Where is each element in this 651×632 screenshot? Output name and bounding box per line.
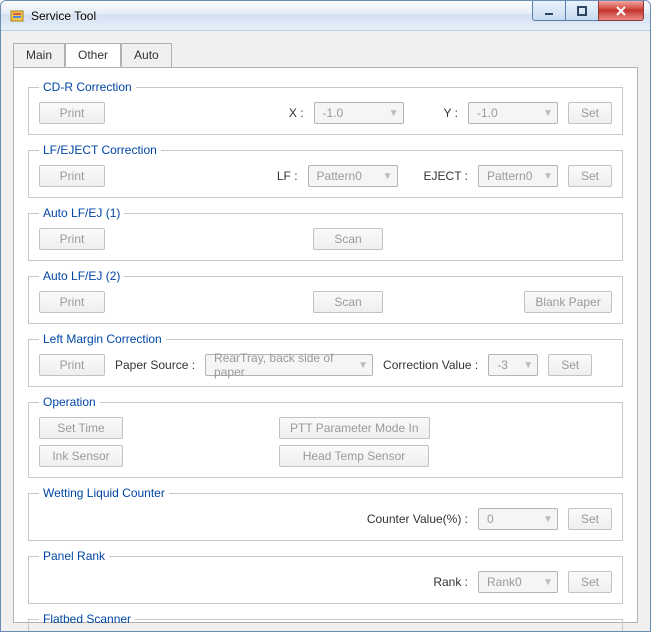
group-flatbed: Flatbed Scanner Set [28, 612, 623, 632]
auto2-print-button[interactable]: Print [39, 291, 105, 313]
tab-auto[interactable]: Auto [121, 43, 172, 67]
group-auto1: Auto LF/EJ (1) Print Scan [28, 206, 623, 261]
wetting-set-button[interactable]: Set [568, 508, 612, 530]
op-settime-button[interactable]: Set Time [39, 417, 123, 439]
chevron-down-icon: ▼ [543, 514, 553, 525]
wetting-cv-dropdown[interactable]: 0▼ [478, 508, 558, 530]
leftmargin-src-dropdown[interactable]: RearTray, back side of paper ▼ [205, 354, 373, 376]
auto1-scan-button[interactable]: Scan [313, 228, 383, 250]
group-leftmargin: Left Margin Correction Print Paper Sourc… [28, 332, 623, 387]
lfej-eject-value: Pattern0 [487, 169, 532, 183]
group-auto1-legend: Auto LF/EJ (1) [39, 206, 124, 220]
titlebar: Service Tool [1, 1, 650, 31]
chevron-down-icon: ▼ [543, 108, 553, 119]
tab-bar: Main Other Auto [13, 43, 638, 68]
cdr-x-label: X : [289, 106, 304, 120]
window-title: Service Tool [31, 9, 96, 23]
group-wetting: Wetting Liquid Counter Counter Value(%) … [28, 486, 623, 541]
group-operation-legend: Operation [39, 395, 100, 409]
app-icon [9, 8, 25, 24]
chevron-down-icon: ▼ [383, 171, 393, 182]
window: Service Tool Main Other Auto CD-R Correc… [0, 0, 651, 632]
minimize-button[interactable] [532, 1, 566, 21]
group-flatbed-legend: Flatbed Scanner [39, 612, 135, 626]
group-leftmargin-legend: Left Margin Correction [39, 332, 166, 346]
leftmargin-print-button[interactable]: Print [39, 354, 105, 376]
leftmargin-cv-dropdown[interactable]: -3 ▼ [488, 354, 538, 376]
auto1-print-button[interactable]: Print [39, 228, 105, 250]
lfej-set-button[interactable]: Set [568, 165, 612, 187]
op-ptt-button[interactable]: PTT Parameter Mode In [279, 417, 430, 439]
chevron-down-icon: ▼ [543, 577, 553, 588]
chevron-down-icon: ▼ [543, 171, 553, 182]
leftmargin-src-label: Paper Source : [115, 358, 195, 372]
chevron-down-icon: ▼ [358, 360, 368, 371]
lfej-lf-dropdown[interactable]: Pattern0 ▼ [308, 165, 398, 187]
op-head-button[interactable]: Head Temp Sensor [279, 445, 429, 467]
panelrank-set-button[interactable]: Set [568, 571, 612, 593]
group-cdr: CD-R Correction Print X : -1.0 ▼ Y : -1.0… [28, 80, 623, 135]
leftmargin-src-value: RearTray, back side of paper [214, 351, 352, 379]
tab-panel-other: CD-R Correction Print X : -1.0 ▼ Y : -1.0… [13, 67, 638, 623]
wetting-cv-value: 0 [487, 512, 494, 526]
group-panelrank: Panel Rank Rank : Rank0 ▼ Set [28, 549, 623, 604]
client-area: Main Other Auto CD-R Correction Print X … [1, 31, 650, 631]
panelrank-label: Rank : [433, 575, 468, 589]
group-lfej: LF/EJECT Correction Print LF : Pattern0 ▼… [28, 143, 623, 198]
lfej-print-button[interactable]: Print [39, 165, 105, 187]
lfej-eject-label: EJECT : [424, 169, 468, 183]
chevron-down-icon: ▼ [389, 108, 399, 119]
lfej-lf-value: Pattern0 [317, 169, 362, 183]
chevron-down-icon: ▼ [523, 360, 533, 371]
cdr-set-button[interactable]: Set [568, 102, 612, 124]
group-cdr-legend: CD-R Correction [39, 80, 136, 94]
auto2-scan-button[interactable]: Scan [313, 291, 383, 313]
group-operation: Operation Set Time PTT Parameter Mode In… [28, 395, 623, 478]
group-lfej-legend: LF/EJECT Correction [39, 143, 161, 157]
cdr-y-value: -1.0 [477, 106, 498, 120]
group-auto2-legend: Auto LF/EJ (2) [39, 269, 124, 283]
leftmargin-cv-label: Correction Value : [383, 358, 478, 372]
panelrank-value: Rank0 [487, 575, 522, 589]
cdr-print-button[interactable]: Print [39, 102, 105, 124]
cdr-y-label: Y : [444, 106, 458, 120]
leftmargin-cv-value: -3 [497, 358, 508, 372]
op-ink-button[interactable]: Ink Sensor [39, 445, 123, 467]
tab-main[interactable]: Main [13, 43, 65, 67]
panelrank-dropdown[interactable]: Rank0 ▼ [478, 571, 558, 593]
wetting-cv-label: Counter Value(%) : [367, 512, 468, 526]
leftmargin-set-button[interactable]: Set [548, 354, 592, 376]
group-wetting-legend: Wetting Liquid Counter [39, 486, 169, 500]
maximize-button[interactable] [565, 1, 599, 21]
auto2-blank-button[interactable]: Blank Paper [524, 291, 612, 313]
group-auto2: Auto LF/EJ (2) Print Scan Blank Paper [28, 269, 623, 324]
close-button[interactable] [598, 1, 644, 21]
cdr-y-dropdown[interactable]: -1.0 ▼ [468, 102, 558, 124]
lfej-lf-label: LF : [277, 169, 298, 183]
cdr-x-value: -1.0 [323, 106, 344, 120]
cdr-x-dropdown[interactable]: -1.0 ▼ [314, 102, 404, 124]
tab-other[interactable]: Other [65, 43, 121, 67]
lfej-eject-dropdown[interactable]: Pattern0 ▼ [478, 165, 558, 187]
group-panelrank-legend: Panel Rank [39, 549, 109, 563]
